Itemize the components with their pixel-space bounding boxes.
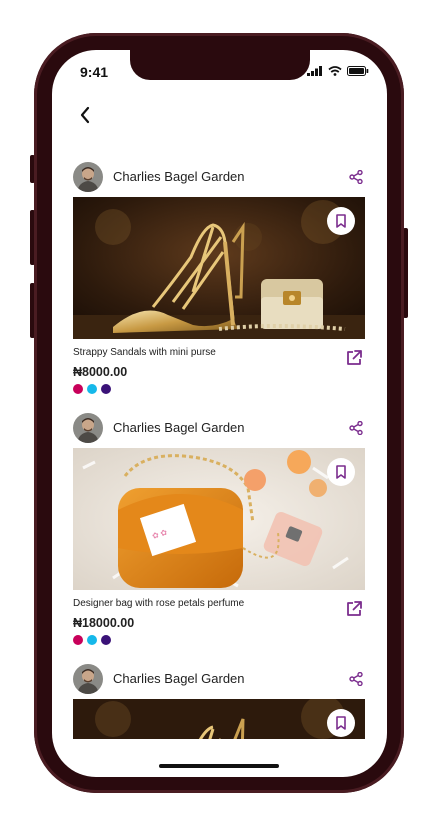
color-swatch-magenta[interactable]: [73, 384, 83, 394]
bookmark-icon: [336, 214, 346, 228]
product-card[interactable]: Charlies Bagel Garden: [73, 162, 365, 402]
signal-icon: [307, 66, 322, 76]
product-title[interactable]: Strappy Sandals with mini purse: [73, 347, 216, 358]
share-icon[interactable]: [349, 170, 363, 184]
bookmark-button[interactable]: [327, 709, 355, 737]
phone-screen: 9:41 Charlies Bagel Garden Strappy Sanda…: [52, 50, 387, 777]
card-header: Charlies Bagel Garden: [73, 413, 365, 443]
product-image[interactable]: [73, 197, 365, 339]
bookmark-button[interactable]: [327, 207, 355, 235]
store-name[interactable]: Charlies Bagel Garden: [113, 169, 245, 184]
wifi-icon: [328, 66, 342, 76]
color-swatch-purple[interactable]: [101, 384, 111, 394]
battery-icon: [347, 66, 369, 76]
external-link-icon[interactable]: [345, 600, 363, 618]
product-image[interactable]: [73, 699, 365, 739]
home-indicator[interactable]: [159, 764, 279, 768]
product-image[interactable]: ✿ ✿: [73, 448, 365, 590]
card-header: Charlies Bagel Garden: [73, 162, 365, 192]
external-link-icon[interactable]: [345, 349, 363, 367]
notch: [130, 50, 310, 80]
product-title[interactable]: Designer bag with rose petals perfume: [73, 598, 244, 609]
back-arrow-icon[interactable]: [74, 103, 98, 127]
status-icons: [307, 66, 369, 76]
color-swatch-magenta[interactable]: [73, 635, 83, 645]
product-price: ₦8000.00: [73, 365, 128, 379]
product-card[interactable]: Charlies Bagel Garden: [73, 664, 365, 739]
bookmark-icon: [336, 716, 346, 730]
card-header: Charlies Bagel Garden: [73, 664, 365, 694]
color-swatch-cyan[interactable]: [87, 384, 97, 394]
share-icon[interactable]: [349, 672, 363, 686]
avatar[interactable]: [73, 664, 103, 694]
product-price: ₦18000.00: [73, 616, 135, 630]
bookmark-icon: [336, 465, 346, 479]
color-swatch-purple[interactable]: [101, 635, 111, 645]
product-card[interactable]: Charlies Bagel Garden ✿ ✿ Designer bag w…: [73, 413, 365, 653]
store-name[interactable]: Charlies Bagel Garden: [113, 671, 245, 686]
share-icon[interactable]: [349, 421, 363, 435]
color-swatches: [73, 384, 111, 394]
status-time: 9:41: [80, 64, 109, 80]
color-swatches: [73, 635, 111, 645]
avatar[interactable]: [73, 413, 103, 443]
store-name[interactable]: Charlies Bagel Garden: [113, 420, 245, 435]
avatar[interactable]: [73, 162, 103, 192]
bookmark-button[interactable]: [327, 458, 355, 486]
color-swatch-cyan[interactable]: [87, 635, 97, 645]
